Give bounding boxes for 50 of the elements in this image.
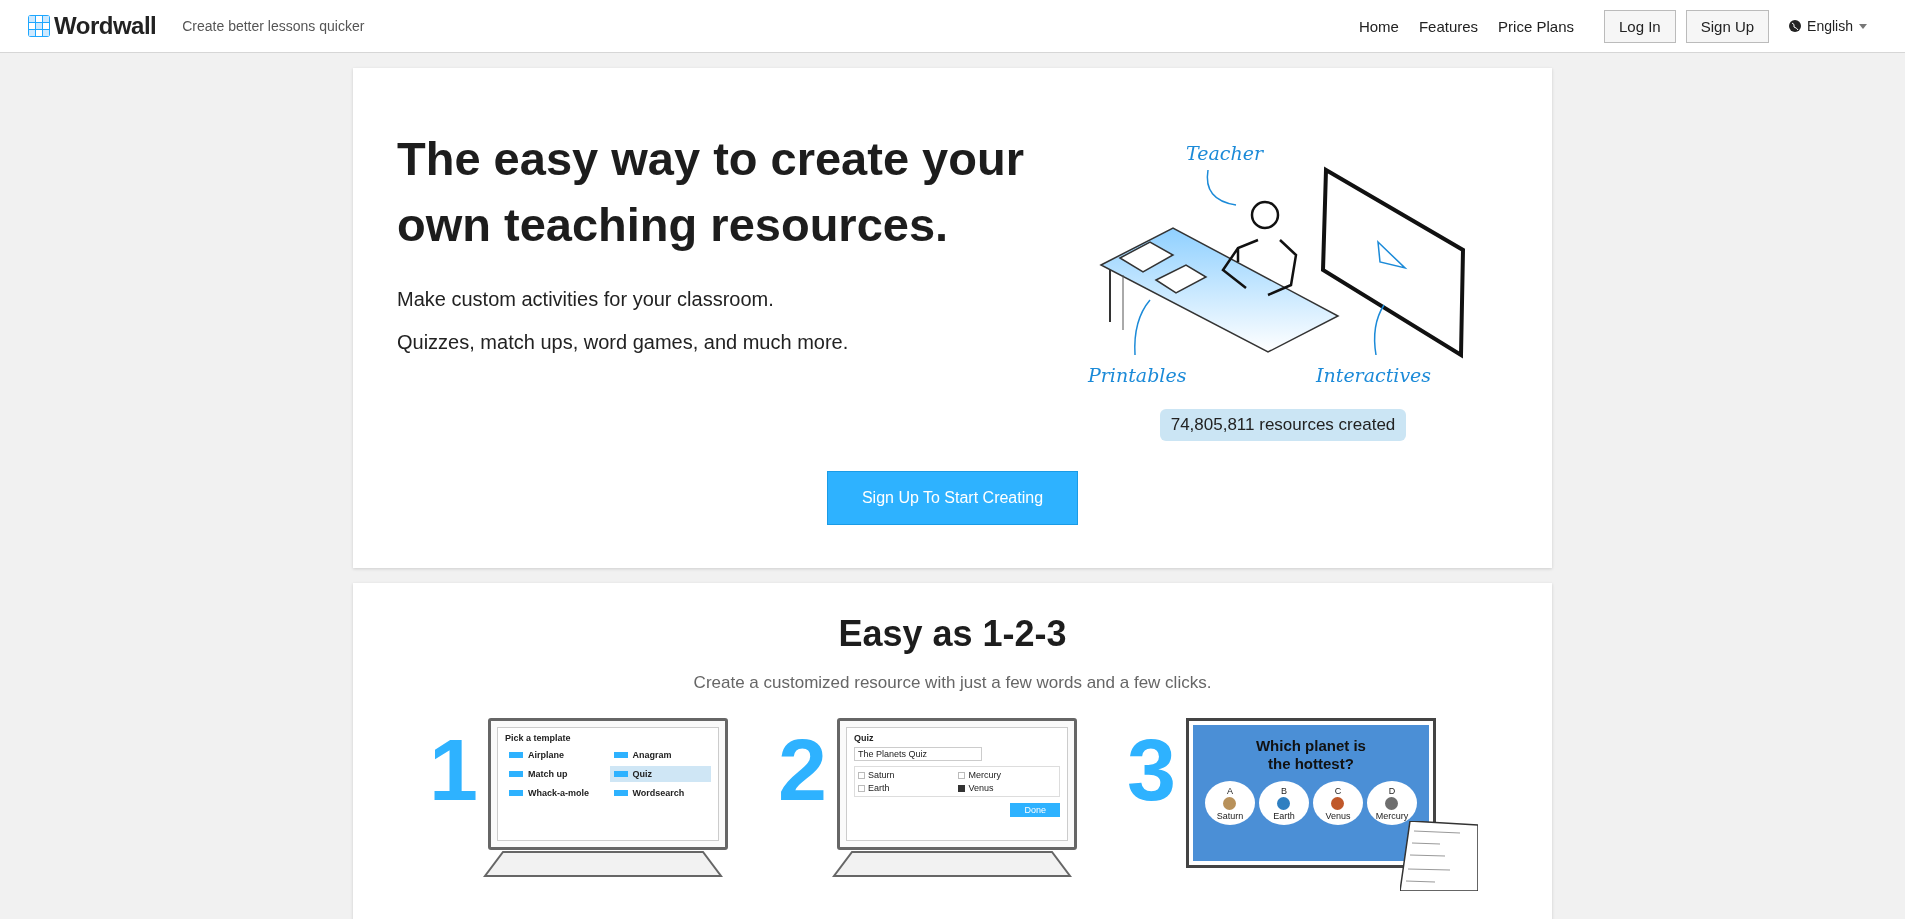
answer-checkbox[interactable] (857, 784, 865, 792)
section-subtitle: Create a customized resource with just a few words and a few clicks. (692, 673, 1213, 693)
answer-checkbox[interactable] (958, 771, 966, 779)
screen-title: Pick a template (505, 733, 572, 743)
hero-title: The easy way to create your own teaching resources. (397, 131, 1025, 253)
quiz-name-field[interactable]: The Planets Quiz (853, 747, 982, 761)
step-number: 3 (1126, 730, 1176, 810)
printables-label: Printables (1088, 364, 1187, 386)
hero-text: Make custom activities for your classroom. (397, 288, 775, 311)
answer-text: Mercury (968, 770, 1001, 780)
template-icon (507, 749, 525, 761)
answer-text: Earth (867, 783, 890, 793)
header-button[interactable]: Log In (1604, 9, 1676, 43)
section-title: Easy as 1-2-3 (837, 613, 1068, 655)
resource-count: 74,805,811 resources created (1159, 409, 1407, 441)
language-selector[interactable]: English (1807, 18, 1853, 34)
answer-option[interactable]: B Earth (1258, 781, 1309, 825)
answer-option[interactable]: C Venus (1312, 781, 1363, 825)
step-number: 1 (429, 730, 478, 810)
answer-text: Saturn (867, 770, 895, 780)
template-item[interactable]: Quiz (609, 766, 711, 782)
template-icon (611, 787, 630, 799)
template-item[interactable]: Match up (505, 766, 607, 782)
template-item[interactable]: Airplane (505, 747, 607, 763)
nav-link[interactable]: Home (1358, 17, 1399, 35)
template-item[interactable]: Whack-a-mole (505, 785, 607, 801)
header-button[interactable]: Sign Up (1685, 9, 1770, 43)
caret-icon (1859, 23, 1867, 29)
hero-text: Quizzes, match ups, word games, and much more. (397, 331, 850, 354)
screen-title: Quiz (853, 733, 875, 743)
quiz-question: Which planet is the hottest? (1254, 737, 1367, 773)
template-item[interactable]: Wordsearch (609, 785, 711, 801)
answer-checkbox[interactable] (958, 784, 966, 792)
tagline: Create better lessons quicker (182, 18, 365, 34)
teacher-label: Teacher (1186, 142, 1263, 164)
answer-checkbox[interactable] (857, 771, 865, 779)
interactives-label: Interactives (1316, 364, 1432, 386)
template-icon (611, 749, 630, 761)
answer-option[interactable]: A Saturn (1204, 781, 1255, 825)
answer-text: Venus (968, 783, 994, 793)
template-icon (507, 768, 525, 780)
template-icon (611, 768, 630, 780)
step-number: 2 (778, 730, 827, 810)
nav-link[interactable]: Features (1418, 17, 1479, 35)
logo-text[interactable]: Wordwall (54, 12, 157, 40)
template-item[interactable]: Anagram (609, 747, 711, 763)
logo-icon (28, 15, 50, 37)
answer-option[interactable]: D Mercury (1366, 781, 1417, 825)
nav-link[interactable]: Price Plans (1498, 17, 1574, 35)
template-icon (507, 787, 525, 799)
